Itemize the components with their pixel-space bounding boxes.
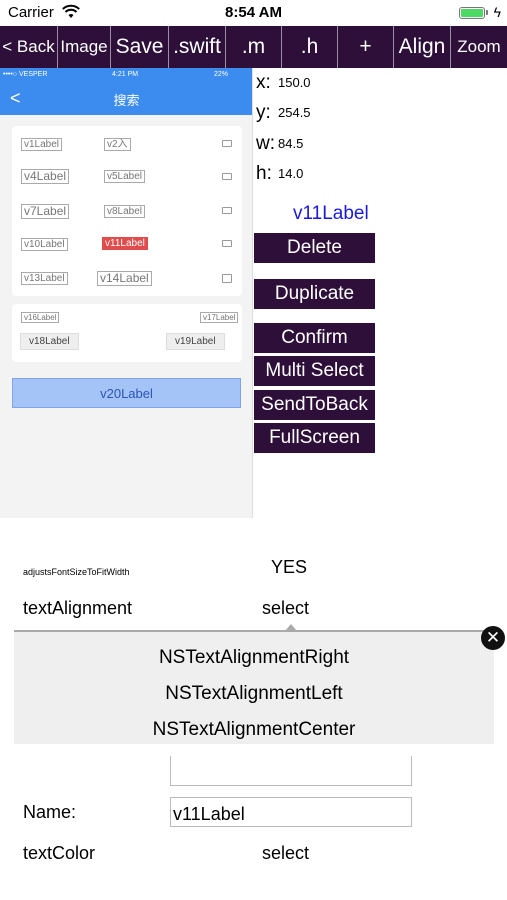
text-alignment-label: textAlignment xyxy=(23,598,133,618)
image-button[interactable]: Image xyxy=(58,26,111,68)
align-button[interactable]: Align xyxy=(394,26,451,68)
adjusts-font-label: adjustsFontSizeToFitWidth xyxy=(23,567,130,577)
x-label: x: xyxy=(256,72,271,93)
preview-image-icon[interactable] xyxy=(222,207,232,214)
preview-label[interactable]: v17Label xyxy=(200,312,239,323)
w-value: 84.5 xyxy=(278,136,304,151)
text-color-label: textColor xyxy=(23,843,96,863)
h-button[interactable]: .h xyxy=(282,26,338,68)
preview-label[interactable]: v5Label xyxy=(104,170,146,183)
status-bar: Carrier 8:54 AM ϟ xyxy=(0,0,507,26)
preview-image-icon[interactable] xyxy=(222,274,232,283)
picker-option[interactable]: NSTextAlignmentLeft xyxy=(14,683,494,705)
text-alignment-select[interactable]: select xyxy=(262,598,309,619)
save-button[interactable]: Save xyxy=(111,26,169,68)
add-button[interactable]: + xyxy=(338,26,394,68)
preview-button[interactable]: v20Label xyxy=(12,378,241,408)
delete-button[interactable]: Delete xyxy=(254,233,375,263)
preview-label[interactable]: v18Label xyxy=(20,333,79,350)
picker-option[interactable]: NSTextAlignmentCenter xyxy=(14,719,494,741)
preview-label[interactable]: v2入 xyxy=(104,138,131,151)
preview-status-bar: ••••○ VESPER 4:21 PM 22% xyxy=(0,68,252,84)
battery-tip xyxy=(486,10,488,15)
preview-image-icon[interactable] xyxy=(222,173,232,180)
preview-card-1: v1Label v2入 v4Label v5Label v7Label v8La… xyxy=(12,126,242,296)
preview-nav-title: 搜索 xyxy=(113,93,140,108)
preview-label[interactable]: v4Label xyxy=(21,169,70,184)
close-picker-icon[interactable]: ✕ xyxy=(481,626,505,650)
preview-card-2: v16Label v17Label v18Label v19Label xyxy=(12,304,242,362)
w-label: w: xyxy=(256,133,275,154)
preview-battery: 22% xyxy=(214,71,229,78)
confirm-button[interactable]: Confirm xyxy=(254,323,375,353)
preview-image-icon[interactable] xyxy=(222,240,232,247)
name-field[interactable] xyxy=(170,797,412,827)
text-color-select[interactable]: select xyxy=(262,843,309,864)
preview-nav-bar: < 搜索 xyxy=(0,84,252,115)
preview-label[interactable]: v1Label xyxy=(21,138,63,151)
selected-element-name: v11Label xyxy=(293,203,369,224)
height-value-row: h: 14.0 xyxy=(256,163,303,185)
preview-label-selected[interactable]: v11Label xyxy=(102,237,148,250)
preview-label[interactable]: v7Label xyxy=(21,204,70,219)
preview-image-icon[interactable] xyxy=(222,140,232,147)
preview-label[interactable]: v19Label xyxy=(166,333,225,350)
duplicate-button[interactable]: Duplicate xyxy=(254,279,375,309)
width-value-row: w: 84.5 xyxy=(256,133,303,155)
clipped-field[interactable] xyxy=(170,756,412,786)
clock: 8:54 AM xyxy=(225,4,282,21)
y-value: 254.5 xyxy=(278,105,311,120)
preview-label[interactable]: v16Label xyxy=(21,312,60,323)
charging-icon: ϟ xyxy=(493,4,501,20)
x-value: 150.0 xyxy=(278,75,311,90)
top-toolbar: < Back Image Save .swift .m .h + Align Z… xyxy=(0,26,507,68)
h-value: 14.0 xyxy=(278,166,304,181)
preview-time: 4:21 PM xyxy=(112,71,139,78)
adjusts-font-toggle[interactable]: YES xyxy=(271,557,307,578)
h-label: h: xyxy=(256,163,272,184)
preview-label[interactable]: v13Label xyxy=(21,272,68,285)
layout-preview[interactable]: ••••○ VESPER 4:21 PM 22% < 搜索 v1Label v2… xyxy=(0,68,253,518)
fullscreen-button[interactable]: FullScreen xyxy=(254,423,375,453)
send-to-back-button[interactable]: SendToBack xyxy=(254,390,375,420)
y-coordinate: y: 254.5 xyxy=(256,102,311,124)
name-label: Name: xyxy=(23,802,77,822)
y-label: y: xyxy=(256,102,271,123)
battery-icon xyxy=(459,7,485,19)
back-button[interactable]: < Back xyxy=(0,26,58,68)
picker-option[interactable]: NSTextAlignmentRight xyxy=(14,647,494,669)
x-coordinate: x: 150.0 xyxy=(256,72,311,94)
swift-button[interactable]: .swift xyxy=(169,26,226,68)
multi-select-button[interactable]: Multi Select xyxy=(254,356,375,386)
alignment-picker[interactable]: NSTextAlignmentRight NSTextAlignmentLeft… xyxy=(14,632,494,744)
preview-label[interactable]: v14Label xyxy=(97,271,152,286)
zoom-button[interactable]: Zoom xyxy=(451,26,507,68)
m-button[interactable]: .m xyxy=(226,26,282,68)
preview-label[interactable]: v10Label xyxy=(21,238,68,251)
preview-label[interactable]: v8Label xyxy=(104,205,146,218)
preview-carrier: ••••○ VESPER xyxy=(3,71,48,78)
